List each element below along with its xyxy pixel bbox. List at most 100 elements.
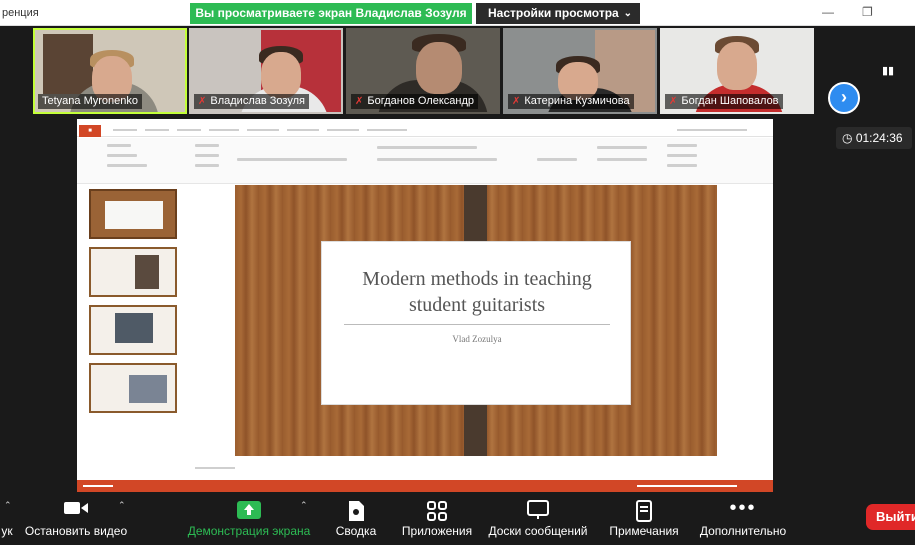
next-page-arrow-icon[interactable]: › xyxy=(828,82,860,114)
notes-button[interactable]: Примечания xyxy=(602,492,686,545)
participant-tile[interactable]: Tetyana Myronenko xyxy=(33,28,187,114)
more-label: Дополнительно xyxy=(699,524,787,538)
slide-thumbnails-panel xyxy=(83,185,183,473)
view-settings-label: Настройки просмотра xyxy=(488,6,619,20)
shared-screen-powerpoint[interactable]: ■ Modern methods in teaching student gui… xyxy=(77,119,773,492)
ribbon-control xyxy=(667,144,697,147)
timer-value: 01:24:36 xyxy=(855,131,903,145)
mic-muted-icon: ✗ xyxy=(198,96,207,107)
view-settings-dropdown[interactable]: Настройки просмотра ⌄ xyxy=(476,3,640,24)
participant-name: ✗ Богданов Олександр xyxy=(351,94,479,109)
gallery-layout-icon[interactable]: ▮▮ xyxy=(882,64,894,77)
whiteboards-label: Доски сообщений xyxy=(488,524,588,538)
notes-pane xyxy=(195,465,235,471)
status-mark xyxy=(83,485,113,487)
ribbon-tab xyxy=(287,129,319,131)
whiteboards-button[interactable]: Доски сообщений xyxy=(486,492,590,545)
slide-thumbnail[interactable] xyxy=(89,189,177,239)
notes-icon xyxy=(634,500,654,527)
ribbon-tab xyxy=(327,129,359,131)
participant-name: ✗ Катерина Кузмичова xyxy=(508,94,634,109)
thumbnail-image xyxy=(135,255,159,289)
slide-title-line-1: Modern methods in teaching xyxy=(362,268,592,290)
leave-button[interactable]: Выйти xyxy=(866,504,915,530)
title-bar: ренция Вы просматриваете экран Владислав… xyxy=(0,0,915,26)
ribbon-control xyxy=(377,146,477,149)
summary-button[interactable]: Сводка xyxy=(328,492,384,545)
share-screen-label: Демонстрация экрана xyxy=(187,524,311,538)
ribbon-control xyxy=(667,154,697,157)
ribbon-tab xyxy=(247,129,279,131)
ribbon-tab xyxy=(113,129,137,131)
slide-title-line-2: student guitarists xyxy=(408,294,546,316)
participant-tile[interactable]: ✗ Богдан Шаповалов xyxy=(660,28,814,114)
participant-tile[interactable]: ✗ Катерина Кузмичова xyxy=(503,28,657,114)
stop-video-button[interactable]: Остановить видео xyxy=(22,492,130,545)
mic-muted-icon: ✗ xyxy=(669,96,678,107)
video-camera-icon xyxy=(63,500,89,521)
ribbon-tab xyxy=(677,129,747,131)
apps-button[interactable]: Приложения xyxy=(398,492,476,545)
ribbon-control xyxy=(195,144,219,147)
ribbon-control xyxy=(195,164,219,167)
slide-author: Vlad Zozulya xyxy=(452,334,502,344)
ribbon-control xyxy=(107,164,147,167)
ribbon-control xyxy=(107,154,137,157)
ribbon-control xyxy=(597,158,647,161)
mic-muted-icon: ✗ xyxy=(355,96,364,107)
background-door xyxy=(43,34,93,94)
ribbon xyxy=(77,138,773,184)
slide-thumbnail[interactable] xyxy=(89,247,177,297)
ribbon-control xyxy=(195,154,219,157)
chevron-up-icon[interactable]: ⌃ xyxy=(300,500,308,511)
zoom-meeting-window: ренция Вы просматриваете экран Владислав… xyxy=(0,0,915,545)
thumbnail-image xyxy=(129,375,167,403)
share-screen-icon xyxy=(236,500,262,525)
chevron-up-icon[interactable]: ⌃ xyxy=(118,500,126,511)
ribbon-tab xyxy=(177,129,201,131)
meeting-timer: ◷ 01:24:36 xyxy=(836,127,912,149)
clock-icon: ◷ xyxy=(842,131,853,145)
thumbnail-image xyxy=(115,313,153,343)
ribbon-tab xyxy=(367,129,407,131)
more-button[interactable]: ••• Дополнительно xyxy=(694,492,792,545)
more-dots-icon: ••• xyxy=(729,497,757,519)
slide-thumbnail[interactable] xyxy=(89,305,177,355)
ribbon-control xyxy=(377,158,497,161)
restore-icon[interactable]: ❐ xyxy=(862,5,873,19)
ribbon-control xyxy=(597,146,647,149)
participant-name: ✗ Богдан Шаповалов xyxy=(665,94,783,109)
participant-name: ✗ Владислав Зозуля xyxy=(194,94,309,109)
ribbon-tab xyxy=(209,129,239,131)
whiteboard-icon xyxy=(526,500,550,525)
ribbon-tabs: ■ xyxy=(77,119,773,137)
slide-thumbnail[interactable] xyxy=(89,363,177,413)
summary-label: Сводка xyxy=(335,524,377,538)
chevron-up-icon[interactable]: ⌃ xyxy=(4,500,12,511)
current-slide[interactable]: Modern methods in teaching student guita… xyxy=(235,185,717,456)
participant-strip: Tetyana Myronenko ✗ Владислав Зозуля ✗ Бог… xyxy=(0,26,915,116)
meeting-toolbar: ук ⌃ Остановить видео ⌃ Демонстрация экр… xyxy=(0,492,915,545)
mic-muted-icon: ✗ xyxy=(512,96,521,107)
zoom-slider[interactable] xyxy=(637,485,737,487)
participant-tile[interactable]: ✗ Богданов Олександр xyxy=(346,28,500,114)
stop-video-label: Остановить видео xyxy=(24,524,128,538)
ribbon-control xyxy=(537,158,577,161)
thumbnail-card xyxy=(105,201,163,229)
participant-face xyxy=(261,52,301,98)
participant-name: Tetyana Myronenko xyxy=(38,94,142,109)
summary-document-icon xyxy=(346,500,366,527)
participant-face xyxy=(416,42,462,94)
ribbon-control xyxy=(237,158,347,161)
ribbon-control xyxy=(667,164,697,167)
window-title: ренция xyxy=(2,7,39,19)
minimize-icon[interactable]: — xyxy=(822,5,834,19)
apps-icon xyxy=(426,500,448,527)
notes-placeholder-mark xyxy=(195,467,235,469)
participant-tile[interactable]: ✗ Владислав Зозуля xyxy=(189,28,343,114)
participant-face xyxy=(717,42,757,90)
title-divider xyxy=(344,324,610,325)
share-screen-button[interactable]: Демонстрация экрана xyxy=(186,492,312,545)
status-bar xyxy=(77,480,773,492)
ribbon-control xyxy=(107,144,131,147)
